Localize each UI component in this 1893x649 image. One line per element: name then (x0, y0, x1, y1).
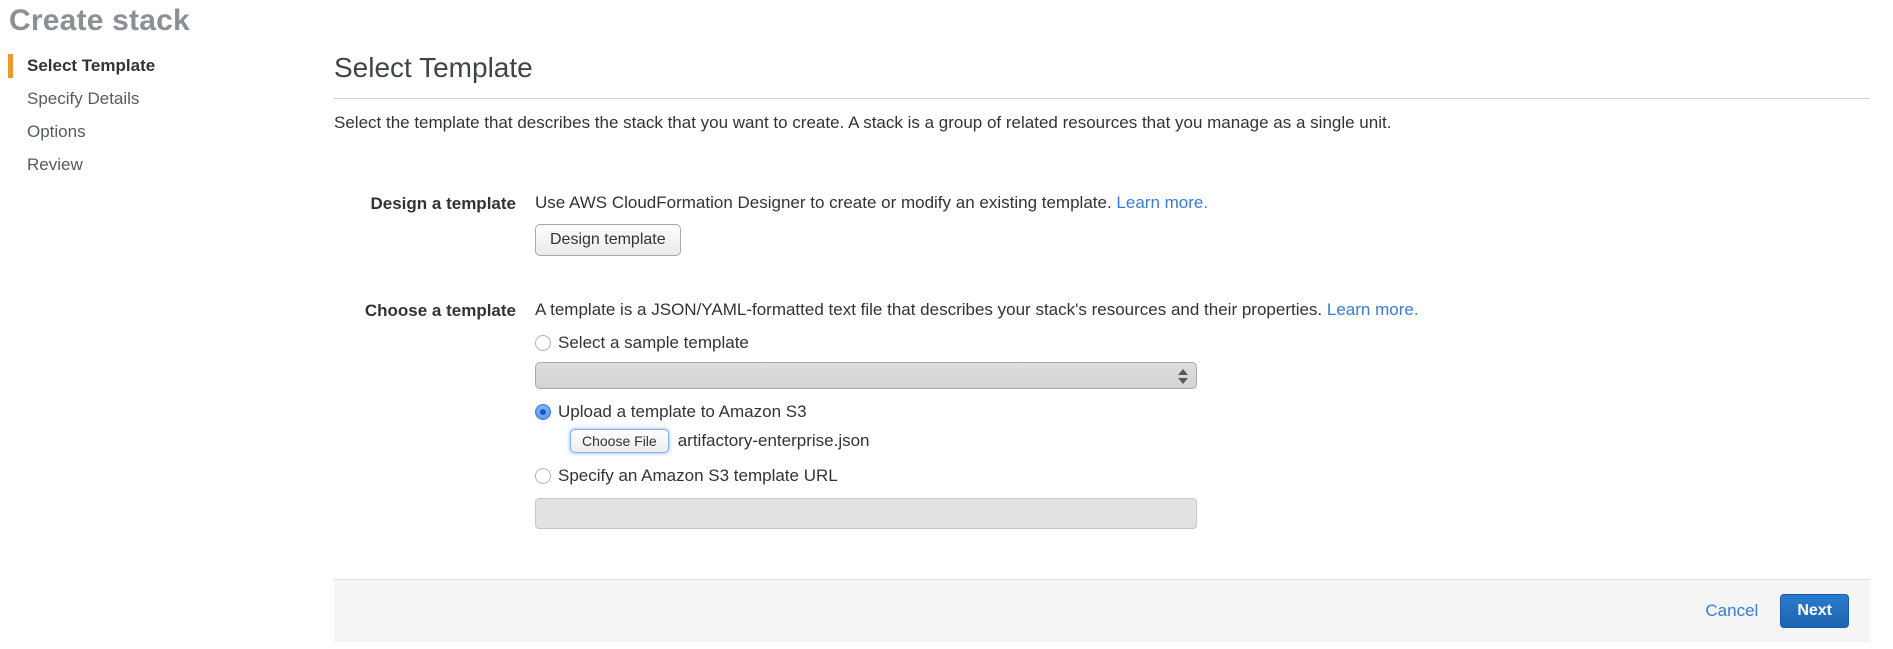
upload-template-radio-label: Upload a template to Amazon S3 (558, 402, 807, 422)
s3-url-option: Specify an Amazon S3 template URL (535, 466, 1870, 486)
main-panel: Select Template Select the template that… (334, 52, 1870, 642)
cancel-button[interactable]: Cancel (1705, 601, 1758, 621)
design-template-text: Use AWS CloudFormation Designer to creat… (535, 193, 1112, 212)
sidebar-item-specify-details[interactable]: Specify Details (8, 87, 334, 111)
sidebar-item-options[interactable]: Options (8, 120, 334, 144)
s3-url-input[interactable] (535, 498, 1197, 529)
sidebar-item-select-template[interactable]: Select Template (8, 54, 334, 78)
choose-learn-more-link[interactable]: Learn more. (1327, 300, 1419, 319)
heading-divider (334, 98, 1870, 99)
content-wrap: Select Template Specify Details Options … (0, 52, 1893, 642)
s3-url-radio[interactable] (535, 468, 551, 484)
sample-template-option: Select a sample template (535, 333, 1870, 353)
upload-template-radio[interactable] (535, 404, 551, 420)
wizard-footer: Cancel Next (334, 579, 1870, 642)
sample-template-radio[interactable] (535, 335, 551, 351)
section-description: Select the template that describes the s… (334, 113, 1870, 133)
upload-template-option: Upload a template to Amazon S3 (535, 402, 1870, 422)
design-template-label: Design a template (334, 193, 516, 214)
create-stack-page: Create stack Select Template Specify Det… (0, 0, 1893, 642)
design-learn-more-link[interactable]: Learn more. (1116, 193, 1208, 212)
select-stepper-icon (1176, 366, 1190, 386)
design-template-button[interactable]: Design template (535, 224, 681, 256)
sidebar-item-review[interactable]: Review (8, 153, 334, 177)
choose-file-button[interactable]: Choose File (570, 429, 669, 453)
uploaded-file-name: artifactory-enterprise.json (678, 431, 870, 451)
file-upload-row: Choose File artifactory-enterprise.json (570, 429, 1870, 453)
page-title: Create stack (0, 0, 1893, 38)
next-button[interactable]: Next (1780, 594, 1849, 628)
choose-template-text: A template is a JSON/YAML-formatted text… (535, 300, 1322, 319)
sample-template-radio-label: Select a sample template (558, 333, 749, 353)
sample-template-select[interactable] (535, 362, 1197, 389)
section-heading: Select Template (334, 52, 1870, 84)
choose-template-label: Choose a template (334, 300, 516, 321)
s3-url-radio-label: Specify an Amazon S3 template URL (558, 466, 838, 486)
choose-template-section: Choose a template A template is a JSON/Y… (334, 300, 1870, 529)
wizard-steps-sidebar: Select Template Specify Details Options … (0, 52, 334, 642)
design-template-section: Design a template Use AWS CloudFormation… (334, 193, 1870, 256)
